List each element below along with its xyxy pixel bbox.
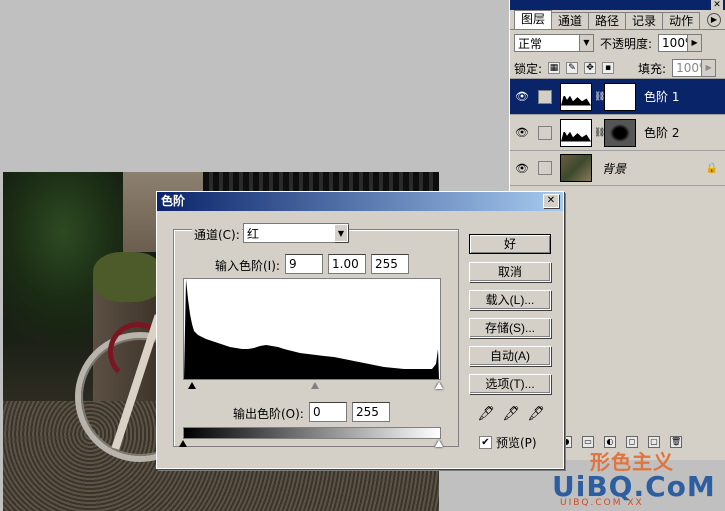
channel-value: 红 xyxy=(247,226,260,241)
histogram-graph xyxy=(184,279,439,379)
input-black-slider[interactable] xyxy=(188,382,196,389)
auto-button[interactable]: 自动(A) xyxy=(469,346,551,366)
output-levels-label: 输出色阶(O): xyxy=(233,407,304,421)
tab-actions[interactable]: 动作 xyxy=(662,12,701,29)
panel-menu-icon[interactable]: ▶ xyxy=(707,12,721,27)
chain-link-icon[interactable]: ⛓ xyxy=(594,92,605,102)
channel-label: 通道(C): xyxy=(192,226,242,243)
lock-transparent-icon[interactable]: ▦ xyxy=(548,62,561,74)
blend-mode-select[interactable]: 正常 ▼ xyxy=(514,34,594,52)
lock-paint-icon[interactable]: ✎ xyxy=(566,62,579,74)
save-button[interactable]: 存储(S)... xyxy=(469,318,551,338)
panel-tabs: 图层 通道 路径 记录 动作 ▶ xyxy=(510,10,725,30)
layer-row-levels-1[interactable]: 👁 ⛓ 色阶 1 xyxy=(510,78,725,114)
lock-label: 锁定: xyxy=(514,61,543,76)
dialog-titlebar[interactable]: 色阶 ✕ xyxy=(157,192,563,211)
opacity-field[interactable]: 100% ▶ xyxy=(658,34,703,52)
layer-mask-thumbnail[interactable] xyxy=(604,82,636,111)
lock-row: 锁定: ▦ ✎ ✥ ▪ 填充: 100% ▶ xyxy=(510,56,725,80)
blend-mode-value: 正常 xyxy=(518,36,543,51)
eye-icon[interactable]: 👁 xyxy=(510,162,534,175)
input-black-field[interactable]: 9 xyxy=(285,254,323,274)
chain-link-icon[interactable]: ⛓ xyxy=(594,128,605,138)
layer-name: 色阶 2 xyxy=(644,126,680,140)
tab-channels[interactable]: 通道 xyxy=(551,12,590,29)
panel-close-icon[interactable]: ✕ xyxy=(711,0,723,10)
lock-all-icon[interactable]: ▪ xyxy=(602,62,615,74)
output-gradient xyxy=(183,427,441,439)
layer-link-box[interactable] xyxy=(538,125,552,140)
eye-icon[interactable]: 👁 xyxy=(510,126,534,139)
opacity-label: 不透明度: xyxy=(600,36,653,51)
layer-link-box[interactable] xyxy=(538,161,552,175)
input-white-field[interactable]: 255 xyxy=(371,254,409,274)
levels-adjustment-icon xyxy=(560,118,592,147)
watermark-text-3: UIBQ.COM XX xyxy=(560,498,644,508)
output-black-slider[interactable] xyxy=(179,440,187,447)
layer-row-levels-2[interactable]: 👁 ⛓ 色阶 2 xyxy=(510,114,725,150)
fill-field[interactable]: 100% ▶ xyxy=(672,59,717,77)
levels-dialog: 色阶 ✕ 通道(C): 红 ▼ 输入色阶(I): 9 1.00 255 输出色阶… xyxy=(156,191,564,469)
output-white-slider[interactable] xyxy=(435,440,443,447)
tab-paths[interactable]: 路径 xyxy=(588,12,627,29)
layer-row-background[interactable]: 👁 背景 🔒 xyxy=(510,150,725,186)
channel-select[interactable]: 红 ▼ xyxy=(243,223,349,243)
ok-button[interactable]: 好 xyxy=(469,234,551,254)
gray-eyedropper-icon[interactable]: 🖋 xyxy=(502,405,520,423)
layer-name: 色阶 1 xyxy=(644,90,680,104)
eye-icon[interactable]: 👁 xyxy=(510,90,534,103)
preview-label: 预览(P) xyxy=(496,436,537,450)
layer-link-box[interactable] xyxy=(538,89,552,104)
output-white-field[interactable]: 255 xyxy=(352,402,390,422)
dialog-title: 色阶 xyxy=(161,194,186,208)
input-gamma-slider[interactable] xyxy=(311,382,319,389)
white-eyedropper-icon[interactable]: 🖋 xyxy=(527,405,545,423)
levels-adjustment-icon xyxy=(560,82,592,111)
panel-titlebar: ✕ xyxy=(510,0,725,10)
chevron-right-icon: ▶ xyxy=(687,35,702,51)
chevron-down-icon: ▼ xyxy=(334,224,348,242)
output-black-field[interactable]: 0 xyxy=(309,402,347,422)
layer-thumbnail xyxy=(560,154,592,182)
lock-icon: 🔒 xyxy=(705,162,718,174)
histogram xyxy=(183,278,441,380)
chevron-right-icon: ▶ xyxy=(701,60,716,76)
lock-move-icon[interactable]: ✥ xyxy=(584,62,597,74)
input-white-slider[interactable] xyxy=(435,382,443,389)
options-button[interactable]: 选项(T)... xyxy=(469,374,551,394)
black-eyedropper-icon[interactable]: 🖋 xyxy=(477,405,495,423)
close-icon[interactable]: ✕ xyxy=(543,194,559,208)
input-gamma-field[interactable]: 1.00 xyxy=(328,254,366,274)
input-levels-label: 输入色阶(I): xyxy=(215,259,280,273)
tab-layers[interactable]: 图层 xyxy=(514,10,553,29)
chevron-down-icon: ▼ xyxy=(579,35,593,51)
preview-checkbox-row[interactable]: ✔ 预览(P) xyxy=(479,434,537,451)
cancel-button[interactable]: 取消 xyxy=(469,262,551,282)
layer-name: 背景 xyxy=(602,161,627,176)
fill-label: 填充: xyxy=(638,61,667,76)
tab-history[interactable]: 记录 xyxy=(625,12,664,29)
layer-mask-thumbnail[interactable] xyxy=(604,118,636,147)
preview-checkbox[interactable]: ✔ xyxy=(479,436,492,449)
photo-moss xyxy=(93,252,163,302)
blend-row: 正常 ▼ 不透明度: 100% ▶ xyxy=(510,30,725,56)
load-button[interactable]: 载入(L)... xyxy=(469,290,551,310)
